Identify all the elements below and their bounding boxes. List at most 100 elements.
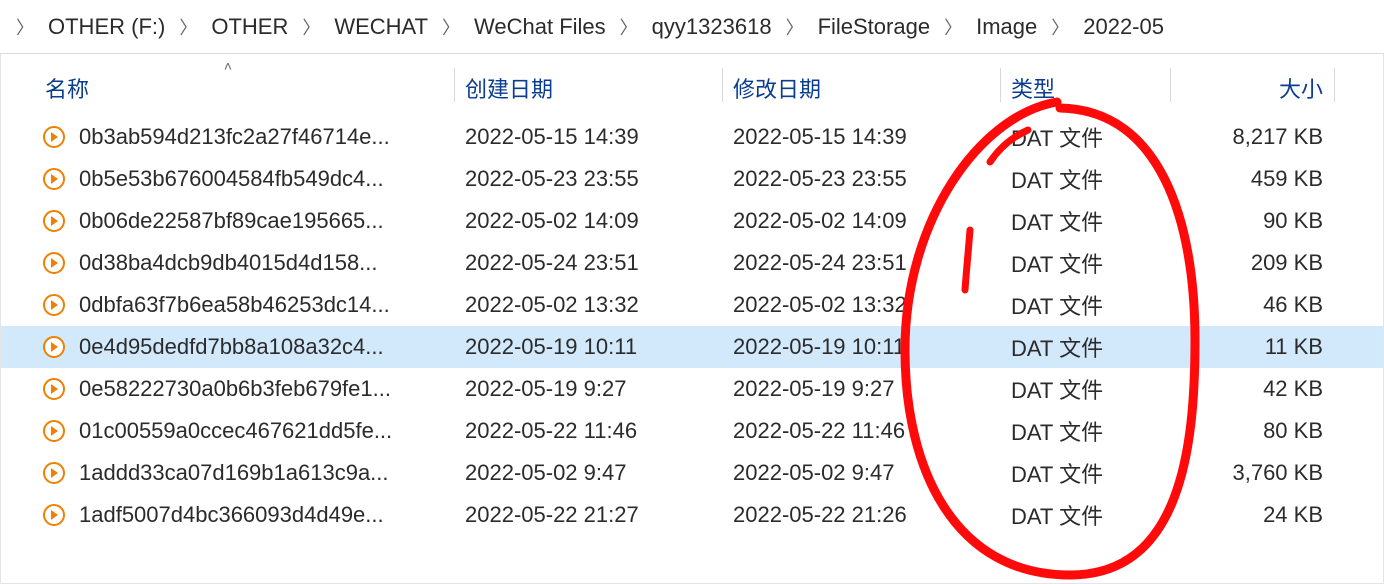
file-type: DAT 文件	[1001, 457, 1171, 489]
file-size: 8,217 KB	[1171, 124, 1335, 150]
file-name-cell[interactable]: 0b06de22587bf89cae195665...	[1, 208, 455, 234]
file-size: 459 KB	[1171, 166, 1335, 192]
file-size: 209 KB	[1171, 250, 1335, 276]
header-modified-label: 修改日期	[733, 77, 821, 102]
file-modified: 2022-05-22 11:46	[723, 418, 1001, 444]
file-name: 0dbfa63f7b6ea58b46253dc14...	[79, 292, 390, 318]
file-size: 11 KB	[1171, 334, 1335, 360]
file-type: DAT 文件	[1001, 331, 1171, 363]
file-modified: 2022-05-22 21:26	[723, 502, 1001, 528]
dat-file-icon	[43, 504, 65, 526]
file-row[interactable]: 0b5e53b676004584fb549dc4... 2022-05-23 23…	[1, 158, 1383, 200]
file-type: DAT 文件	[1001, 205, 1171, 237]
breadcrumb-segment[interactable]: Image	[970, 14, 1043, 40]
file-row[interactable]: 0e4d95dedfd7bb8a108a32c4... 2022-05-19 10…	[1, 326, 1383, 368]
dat-file-icon	[43, 294, 65, 316]
breadcrumb-segment[interactable]: WeChat Files	[468, 14, 612, 40]
file-name: 1adf5007d4bc366093d4d49e...	[79, 502, 384, 528]
breadcrumb[interactable]: 〉 OTHER (F:)〉OTHER〉WECHAT〉WeChat Files〉q…	[0, 0, 1384, 54]
file-name: 0b5e53b676004584fb549dc4...	[79, 166, 384, 192]
file-row[interactable]: 0b06de22587bf89cae195665...2022-05-02 14…	[1, 200, 1383, 242]
file-name: 0e4d95dedfd7bb8a108a32c4...	[79, 334, 384, 360]
file-modified: 2022-05-19 9:27	[723, 376, 1001, 402]
file-name-cell[interactable]: 1adf5007d4bc366093d4d49e...	[1, 502, 455, 528]
chevron-right-icon[interactable]: 〉	[936, 14, 970, 40]
file-name: 0d38ba4dcb9db4015d4d158...	[79, 250, 378, 276]
chevron-right-icon[interactable]: 〉	[612, 14, 646, 40]
file-modified: 2022-05-15 14:39	[723, 124, 1001, 150]
file-size: 24 KB	[1171, 502, 1335, 528]
column-separator[interactable]	[1334, 68, 1335, 102]
header-type-label: 类型	[1011, 77, 1055, 102]
file-created: 2022-05-15 14:39	[455, 124, 723, 150]
file-size: 3,760 KB	[1171, 460, 1335, 486]
file-type: DAT 文件	[1001, 163, 1171, 195]
file-size: 90 KB	[1171, 208, 1335, 234]
file-row[interactable]: 0e58222730a0b6b3feb679fe1... 2022-05-19 9…	[1, 368, 1383, 410]
file-name: 0e58222730a0b6b3feb679fe1...	[79, 376, 391, 402]
file-name-cell[interactable]: 01c00559a0ccec467621dd5fe...	[1, 418, 455, 444]
file-row[interactable]: 01c00559a0ccec467621dd5fe... 2022-05-22 1…	[1, 410, 1383, 452]
breadcrumb-segment[interactable]: WECHAT	[328, 14, 434, 40]
file-type: DAT 文件	[1001, 373, 1171, 405]
file-row[interactable]: 1addd33ca07d169b1a613c9a... 2022-05-02 9:…	[1, 452, 1383, 494]
file-type: DAT 文件	[1001, 247, 1171, 279]
file-row[interactable]: 0d38ba4dcb9db4015d4d158... 2022-05-24 23:…	[1, 242, 1383, 284]
file-name: 01c00559a0ccec467621dd5fe...	[79, 418, 392, 444]
file-modified: 2022-05-02 14:09	[723, 208, 1001, 234]
file-type: DAT 文件	[1001, 121, 1171, 153]
file-name-cell[interactable]: 0b3ab594d213fc2a27f46714e...	[1, 124, 455, 150]
chevron-right-icon[interactable]: 〉	[1043, 14, 1077, 40]
file-name-cell[interactable]: 0d38ba4dcb9db4015d4d158...	[1, 250, 455, 276]
header-modified[interactable]: 修改日期	[723, 72, 1001, 104]
breadcrumb-segment[interactable]: 2022-05	[1077, 14, 1170, 40]
file-row[interactable]: 0b3ab594d213fc2a27f46714e... 2022-05-15 1…	[1, 116, 1383, 158]
sort-ascending-icon: ˄	[224, 58, 232, 74]
file-modified: 2022-05-19 10:11	[723, 334, 1001, 360]
file-size: 46 KB	[1171, 292, 1335, 318]
file-modified: 2022-05-02 9:47	[723, 460, 1001, 486]
header-name[interactable]: ˄ 名称	[1, 72, 455, 104]
chevron-right-icon[interactable]: 〉	[778, 14, 812, 40]
chevron-right-icon[interactable]: 〉	[8, 14, 42, 40]
dat-file-icon	[43, 210, 65, 232]
breadcrumb-segment[interactable]: OTHER (F:)	[42, 14, 171, 40]
breadcrumb-segment[interactable]: OTHER	[205, 14, 294, 40]
chevron-right-icon[interactable]: 〉	[434, 14, 468, 40]
file-row[interactable]: 0dbfa63f7b6ea58b46253dc14... 2022-05-02 1…	[1, 284, 1383, 326]
file-name-cell[interactable]: 0e58222730a0b6b3feb679fe1...	[1, 376, 455, 402]
file-explorer: ˄ 名称 创建日期 修改日期 类型 大小 0b3ab594d213fc2a27f…	[0, 54, 1384, 584]
dat-file-icon	[43, 126, 65, 148]
file-created: 2022-05-02 14:09	[455, 208, 723, 234]
file-name: 1addd33ca07d169b1a613c9a...	[79, 460, 389, 486]
dat-file-icon	[43, 168, 65, 190]
file-name-cell[interactable]: 1addd33ca07d169b1a613c9a...	[1, 460, 455, 486]
file-name-cell[interactable]: 0b5e53b676004584fb549dc4...	[1, 166, 455, 192]
file-modified: 2022-05-02 13:32	[723, 292, 1001, 318]
header-created-label: 创建日期	[465, 77, 553, 102]
dat-file-icon	[43, 462, 65, 484]
header-size[interactable]: 大小	[1171, 72, 1335, 104]
file-created: 2022-05-22 21:27	[455, 502, 723, 528]
file-created: 2022-05-24 23:51	[455, 250, 723, 276]
header-type[interactable]: 类型	[1001, 72, 1171, 104]
dat-file-icon	[43, 252, 65, 274]
file-size: 42 KB	[1171, 376, 1335, 402]
file-size: 80 KB	[1171, 418, 1335, 444]
breadcrumb-segment[interactable]: FileStorage	[812, 14, 937, 40]
file-created: 2022-05-02 13:32	[455, 292, 723, 318]
chevron-right-icon[interactable]: 〉	[171, 14, 205, 40]
breadcrumb-segment[interactable]: qyy1323618	[646, 14, 778, 40]
header-size-label: 大小	[1279, 77, 1323, 102]
file-name-cell[interactable]: 0e4d95dedfd7bb8a108a32c4...	[1, 334, 455, 360]
file-row[interactable]: 1adf5007d4bc366093d4d49e... 2022-05-22 21…	[1, 494, 1383, 536]
dat-file-icon	[43, 378, 65, 400]
file-name: 0b3ab594d213fc2a27f46714e...	[79, 124, 390, 150]
chevron-right-icon[interactable]: 〉	[294, 14, 328, 40]
file-name-cell[interactable]: 0dbfa63f7b6ea58b46253dc14...	[1, 292, 455, 318]
file-created: 2022-05-22 11:46	[455, 418, 723, 444]
file-created: 2022-05-23 23:55	[455, 166, 723, 192]
file-type: DAT 文件	[1001, 499, 1171, 531]
header-created[interactable]: 创建日期	[455, 72, 723, 104]
dat-file-icon	[43, 420, 65, 442]
